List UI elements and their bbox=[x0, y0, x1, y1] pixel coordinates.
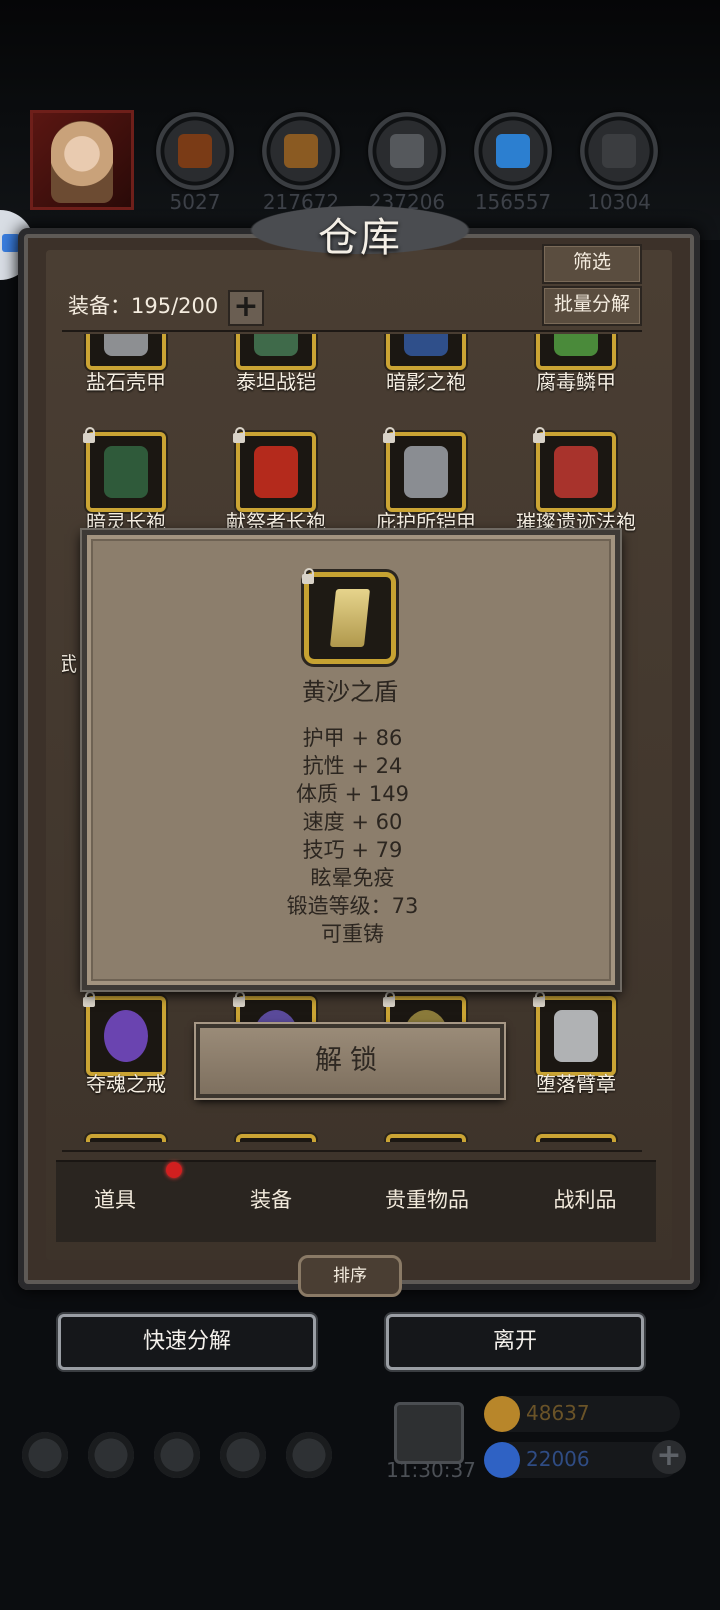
ore-count: 10304 bbox=[587, 190, 651, 214]
dice-icon[interactable] bbox=[286, 1432, 332, 1478]
gold-amount: 48637 bbox=[526, 1401, 590, 1425]
mail-icon[interactable] bbox=[220, 1432, 266, 1478]
tab-items[interactable]: 道具 bbox=[40, 1184, 190, 1214]
equipment-slot[interactable] bbox=[83, 991, 166, 1076]
equipment-slot[interactable] bbox=[536, 334, 616, 370]
robe-icon bbox=[104, 446, 148, 498]
armor-icon bbox=[254, 334, 298, 356]
robe-icon bbox=[554, 446, 598, 498]
armor-icon bbox=[104, 334, 148, 356]
item-stat: 锻造等级：73 bbox=[286, 894, 419, 918]
divider bbox=[62, 1150, 642, 1152]
sort-button[interactable]: 排序 bbox=[298, 1255, 402, 1297]
crystal-resource-icon bbox=[474, 112, 552, 190]
star-icon[interactable] bbox=[88, 1432, 134, 1478]
equipment-slot[interactable] bbox=[236, 334, 316, 370]
equipment-slot[interactable] bbox=[533, 427, 616, 512]
crystal-icon bbox=[496, 134, 530, 168]
ore-resource-icon bbox=[580, 112, 658, 190]
item-label: 堕落臂章 bbox=[536, 1072, 616, 1096]
equipment-slot[interactable] bbox=[86, 334, 166, 370]
equipment-slot[interactable] bbox=[386, 334, 466, 370]
gem-icon bbox=[484, 1442, 520, 1478]
item-name: 黄沙之盾 bbox=[302, 678, 398, 706]
lock-icon bbox=[80, 990, 98, 1008]
settings-icon[interactable] bbox=[22, 1432, 68, 1478]
tab-loot[interactable]: 战利品 bbox=[510, 1184, 660, 1214]
filter-button[interactable]: 筛选 bbox=[542, 244, 642, 284]
notification-dot bbox=[166, 1162, 182, 1178]
book-icon[interactable] bbox=[154, 1432, 200, 1478]
wood-resource-icon bbox=[156, 112, 234, 190]
armor-icon bbox=[404, 446, 448, 498]
tab-equipment[interactable]: 装备 bbox=[196, 1184, 346, 1214]
item-stat: 抗性 + 24 bbox=[302, 754, 403, 778]
page-title: 仓库 bbox=[318, 215, 402, 261]
item-label: 盐石壳甲 bbox=[86, 370, 166, 394]
gold-coin-icon bbox=[484, 1396, 520, 1432]
equipment-slot[interactable] bbox=[83, 427, 166, 512]
gem-amount: 22006 bbox=[526, 1447, 590, 1471]
iron-resource-icon bbox=[368, 112, 446, 190]
equipment-slot[interactable] bbox=[536, 1134, 616, 1142]
avatar[interactable] bbox=[30, 110, 134, 210]
gift-timer: 11:30:37 bbox=[386, 1458, 476, 1482]
item-stat: 眩晕免疫 bbox=[310, 866, 395, 890]
lock-icon bbox=[230, 426, 248, 444]
item-label: 暗影之袍 bbox=[386, 370, 466, 394]
gift-icon[interactable] bbox=[394, 1402, 464, 1464]
plank-resource-icon bbox=[262, 112, 340, 190]
item-label: 夺魂之戒 bbox=[86, 1072, 166, 1096]
lock-icon bbox=[230, 990, 248, 1008]
equipment-slot[interactable] bbox=[233, 427, 316, 512]
item-label: 腐毒鳞甲 bbox=[536, 370, 616, 394]
armor-icon bbox=[554, 334, 598, 356]
robe-icon bbox=[404, 334, 448, 356]
armband-icon bbox=[554, 1010, 598, 1062]
equipment-slot[interactable] bbox=[533, 991, 616, 1076]
item-stat: 技巧 + 79 bbox=[302, 838, 403, 862]
leave-button[interactable]: 离开 bbox=[386, 1314, 644, 1370]
lock-icon bbox=[80, 426, 98, 444]
divider bbox=[62, 330, 642, 332]
sand-shield-icon bbox=[302, 568, 396, 664]
lock-icon bbox=[299, 567, 317, 585]
iron-icon bbox=[390, 134, 424, 168]
unlock-button[interactable]: 解锁 bbox=[196, 1024, 504, 1098]
gem-balance: 22006 bbox=[484, 1442, 680, 1478]
batch-decompose-button[interactable]: 批量分解 bbox=[542, 286, 642, 326]
tab-valuables[interactable]: 贵重物品 bbox=[352, 1184, 502, 1214]
item-label: 泰坦战铠 bbox=[236, 370, 316, 394]
add-currency-button[interactable]: + bbox=[652, 1440, 686, 1474]
ring-icon bbox=[104, 1010, 148, 1062]
shield-icon bbox=[329, 589, 371, 647]
equipment-slot[interactable] bbox=[86, 1134, 166, 1142]
lock-icon bbox=[530, 426, 548, 444]
equipment-slot[interactable] bbox=[383, 427, 466, 512]
item-stat: 护甲 + 86 bbox=[302, 726, 403, 750]
robe-icon bbox=[254, 446, 298, 498]
quick-decompose-button[interactable]: 快速分解 bbox=[58, 1314, 316, 1370]
item-stat: 体质 + 149 bbox=[295, 782, 410, 806]
ore-icon bbox=[602, 134, 636, 168]
capacity-label: 装备：195/200 bbox=[68, 294, 219, 318]
gold-balance: 48637 bbox=[484, 1396, 680, 1432]
item-stat: 速度 + 60 bbox=[302, 810, 403, 834]
lock-icon bbox=[530, 990, 548, 1008]
equipment-slot[interactable] bbox=[386, 1134, 466, 1142]
expand-capacity-button[interactable]: + bbox=[228, 290, 264, 326]
lock-icon bbox=[380, 990, 398, 1008]
equipment-slot[interactable] bbox=[236, 1134, 316, 1142]
lock-icon bbox=[380, 426, 398, 444]
plank-icon bbox=[284, 134, 318, 168]
wood-icon bbox=[178, 134, 212, 168]
item-stat: 可重铸 bbox=[321, 922, 384, 946]
portrait-image bbox=[51, 121, 113, 203]
